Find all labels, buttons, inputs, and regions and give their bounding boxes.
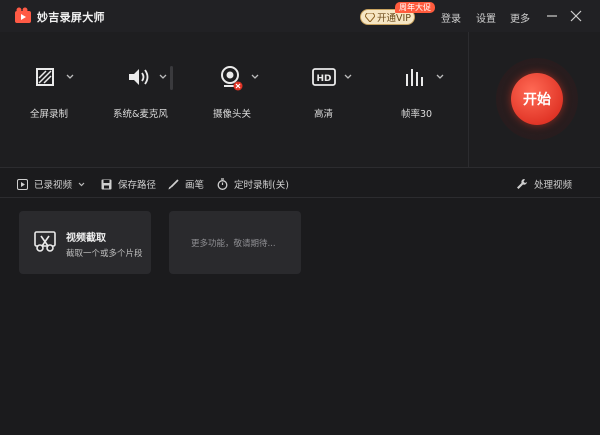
- chevron-down-icon[interactable]: [344, 74, 352, 80]
- tool-fullscreen[interactable]: 全屏录制: [30, 66, 94, 156]
- chevron-down-icon[interactable]: [251, 74, 259, 80]
- tool-quality[interactable]: HD 高清: [312, 68, 362, 158]
- start-record-button[interactable]: 开始: [511, 73, 563, 125]
- brush-icon: [168, 178, 179, 189]
- tool-framerate[interactable]: 帧率30: [401, 66, 454, 156]
- process-video-button[interactable]: 处理视频: [516, 177, 572, 191]
- save-icon: [101, 179, 112, 189]
- tool-label: 高清: [314, 109, 334, 120]
- volume-level-bar: [170, 66, 173, 90]
- save-path-button[interactable]: 保存路径: [101, 177, 156, 191]
- app-title: 妙吉录屏大师: [37, 11, 105, 24]
- timed-record-button[interactable]: 定时录制(关): [217, 177, 289, 191]
- webcam-off-icon: [221, 66, 243, 91]
- svg-text:HD: HD: [316, 74, 331, 84]
- hd-icon: HD: [312, 68, 336, 86]
- chevron-down-icon[interactable]: [66, 74, 74, 80]
- tool-webcam[interactable]: 摄像头关: [213, 66, 269, 156]
- timed-record-label: 定时录制(关): [234, 180, 289, 191]
- save-path-label: 保存路径: [118, 180, 157, 191]
- play-icon: [17, 178, 28, 190]
- card-description: 截取一个或多个片段: [66, 249, 143, 259]
- process-video-label: 处理视频: [534, 180, 573, 191]
- wrench-icon: [517, 179, 527, 189]
- diamond-icon: [365, 12, 375, 22]
- chevron-down-icon[interactable]: [436, 74, 444, 80]
- promo-badge: 周年大促: [395, 2, 435, 13]
- title-bar: 妙吉录屏大师 开通VIP 周年大促 登录 设置 更多: [0, 0, 600, 32]
- tool-label: 帧率30: [401, 109, 433, 120]
- recorded-videos-button[interactable]: 已录视频: [17, 177, 85, 191]
- brush-label: 画笔: [185, 180, 205, 191]
- minimize-icon[interactable]: [545, 9, 559, 23]
- more-features-card: 更多功能，敬请期待...: [169, 211, 301, 274]
- fullscreen-capture-icon: [36, 68, 54, 86]
- recorded-videos-label: 已录视频: [34, 180, 73, 191]
- scissors-icon: [34, 231, 56, 252]
- tool-label: 全屏录制: [30, 109, 69, 120]
- close-icon[interactable]: [569, 9, 583, 23]
- tool-label: 系统&麦克风: [113, 109, 168, 120]
- secondary-toolbar: 已录视频 保存路径 画笔 定时录制(关) 处理视频: [0, 167, 600, 198]
- login-link[interactable]: 登录: [441, 10, 461, 25]
- more-link[interactable]: 更多: [510, 10, 530, 25]
- settings-link[interactable]: 设置: [476, 10, 496, 25]
- framerate-icon: [406, 69, 423, 86]
- chevron-down-icon[interactable]: [159, 74, 167, 80]
- video-clip-card[interactable]: 视频截取 截取一个或多个片段: [19, 211, 151, 274]
- brush-button[interactable]: 画笔: [168, 177, 204, 191]
- stopwatch-icon: [217, 178, 228, 190]
- tool-label: 摄像头关: [213, 109, 252, 120]
- panel-divider: [468, 32, 469, 167]
- card-title: 视频截取: [66, 233, 106, 244]
- chevron-down-icon: [78, 182, 85, 186]
- coming-soon-text: 更多功能，敬请期待...: [191, 239, 276, 249]
- speaker-icon: [129, 69, 149, 85]
- app-logo-icon: [15, 7, 31, 23]
